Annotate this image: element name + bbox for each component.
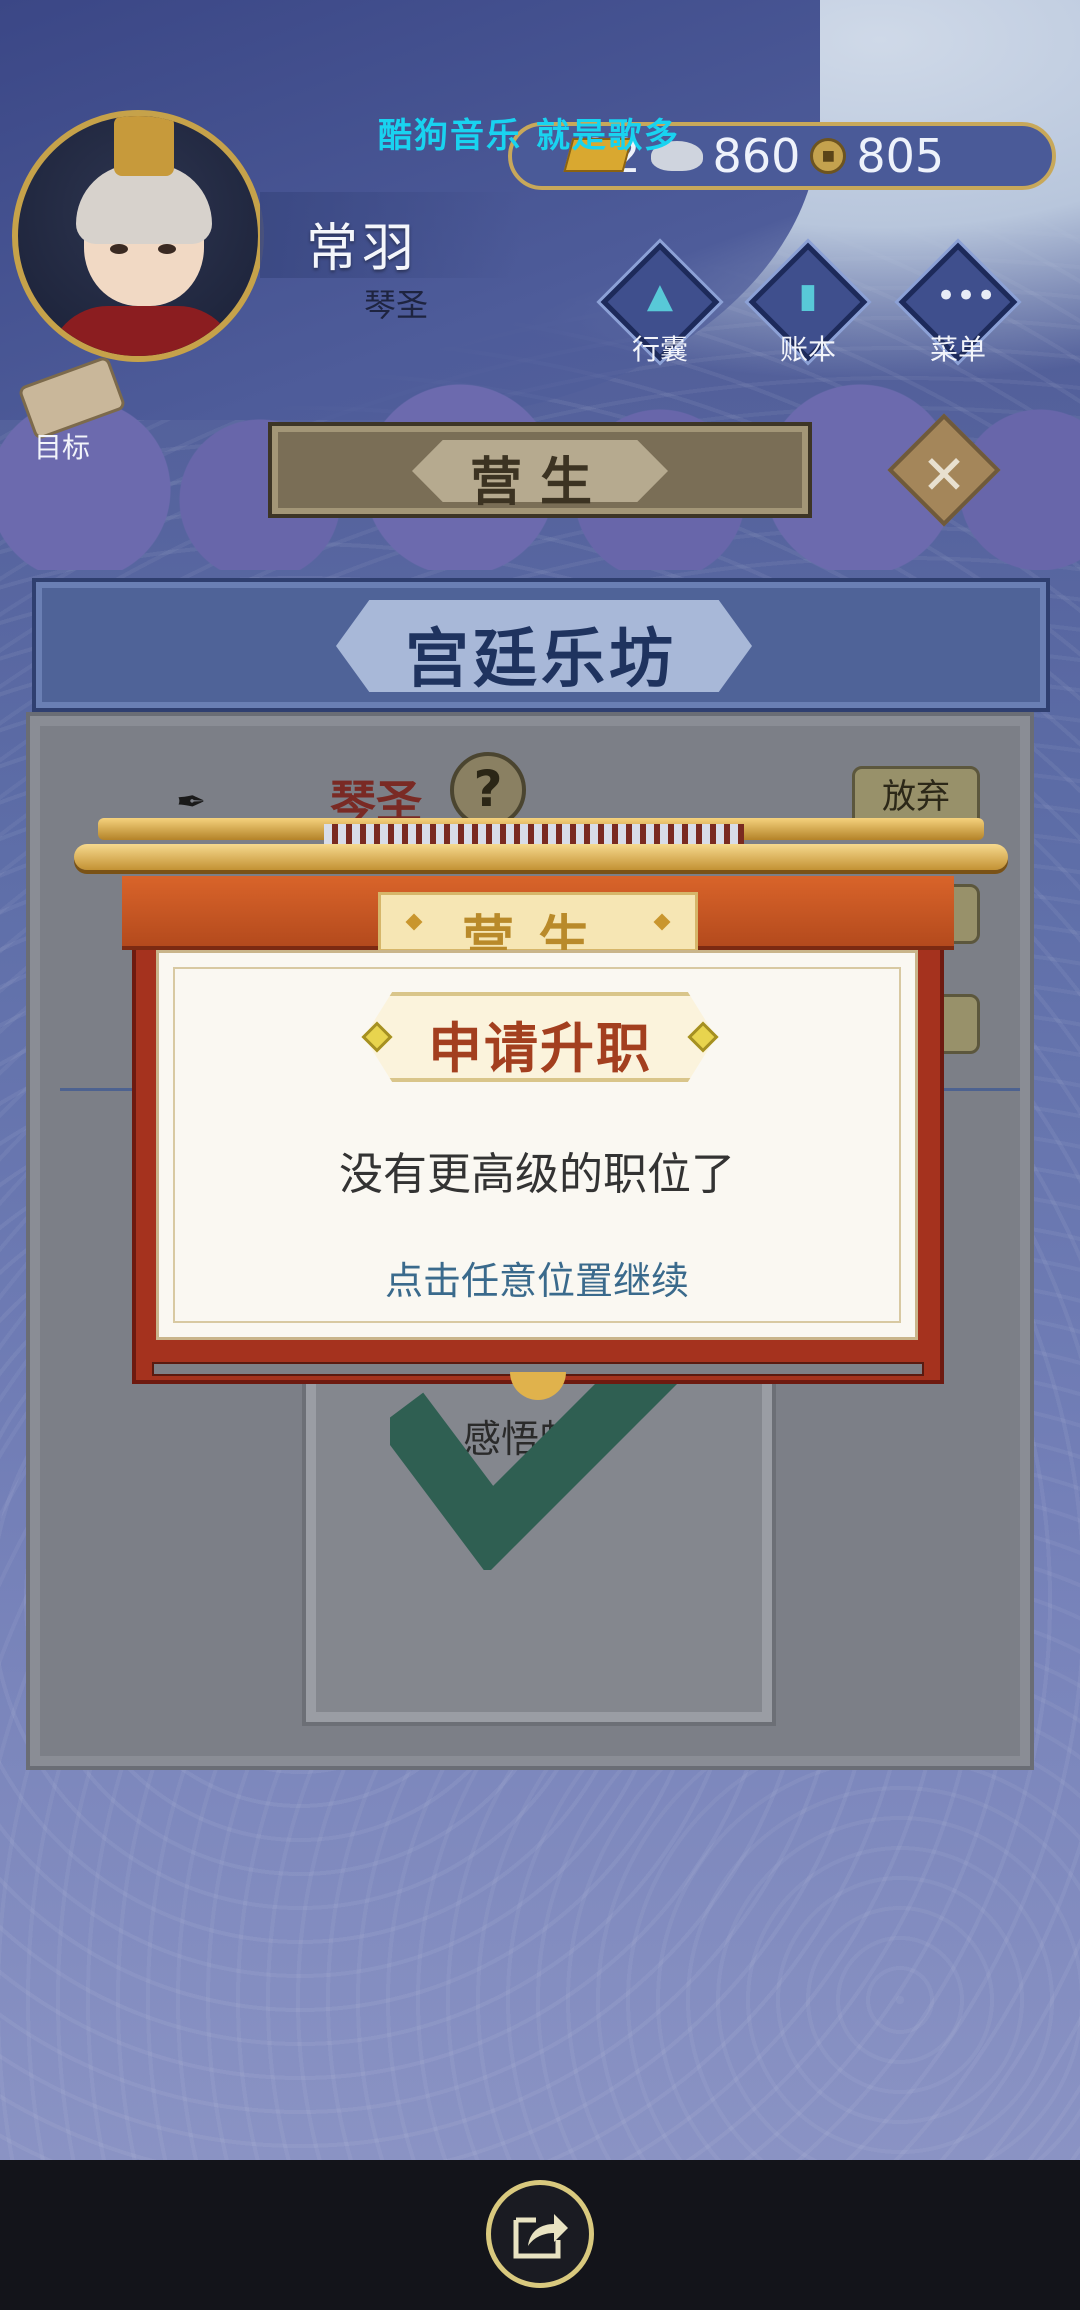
avatar-hair [76, 164, 212, 244]
bag-button[interactable]: ▲ 行囊 [600, 242, 720, 366]
modal-roof [74, 814, 1008, 884]
section-banner: 营生 [268, 422, 812, 518]
watermark-text: 酷狗音乐 就是歌多 [378, 116, 680, 156]
roof-lattice [324, 824, 744, 844]
player-name: 常羽 [306, 219, 419, 279]
continue-hint[interactable]: 点击任意位置继续 [156, 1250, 918, 1305]
ledger-button[interactable]: ▮ 账本 [748, 242, 868, 366]
modal-header: 营生 [122, 876, 954, 971]
modal-subtitle: 申请升职 [428, 1017, 652, 1080]
roof-eave [74, 844, 1008, 870]
ledger-label: 账本 [779, 333, 836, 366]
share-icon [513, 2214, 568, 2259]
bag-label: 行囊 [631, 333, 688, 366]
copper-coin-icon: ■ [810, 138, 847, 174]
copper-amount: 805 [856, 129, 945, 183]
avatar-eye-right [158, 244, 176, 254]
panel-header: 宫廷乐坊 [32, 578, 1050, 712]
modal-message: 没有更高级的职位了 [339, 1149, 735, 1200]
avatar-robe [48, 306, 238, 356]
avatar-hat [114, 116, 174, 176]
target-label[interactable]: 目标 [34, 426, 90, 466]
menu-label: 菜单 [929, 333, 986, 366]
player-title: 琴圣 [364, 286, 429, 324]
player-avatar[interactable] [12, 110, 264, 362]
share-button[interactable] [486, 2180, 594, 2288]
brush-icon: ✒ [176, 782, 207, 823]
ledger-icon: ▮ [798, 276, 818, 316]
more-dots-icon: ••• [936, 276, 997, 316]
bag-icon: ▲ [646, 276, 674, 316]
menu-button[interactable]: ••• 菜单 [898, 242, 1018, 366]
silver-amount: 860 [712, 129, 801, 183]
panel-title: 宫廷乐坊 [405, 623, 677, 697]
banner-title: 营生 [469, 453, 610, 513]
close-icon: ✕ [921, 443, 967, 507]
avatar-eye-left [110, 244, 128, 254]
